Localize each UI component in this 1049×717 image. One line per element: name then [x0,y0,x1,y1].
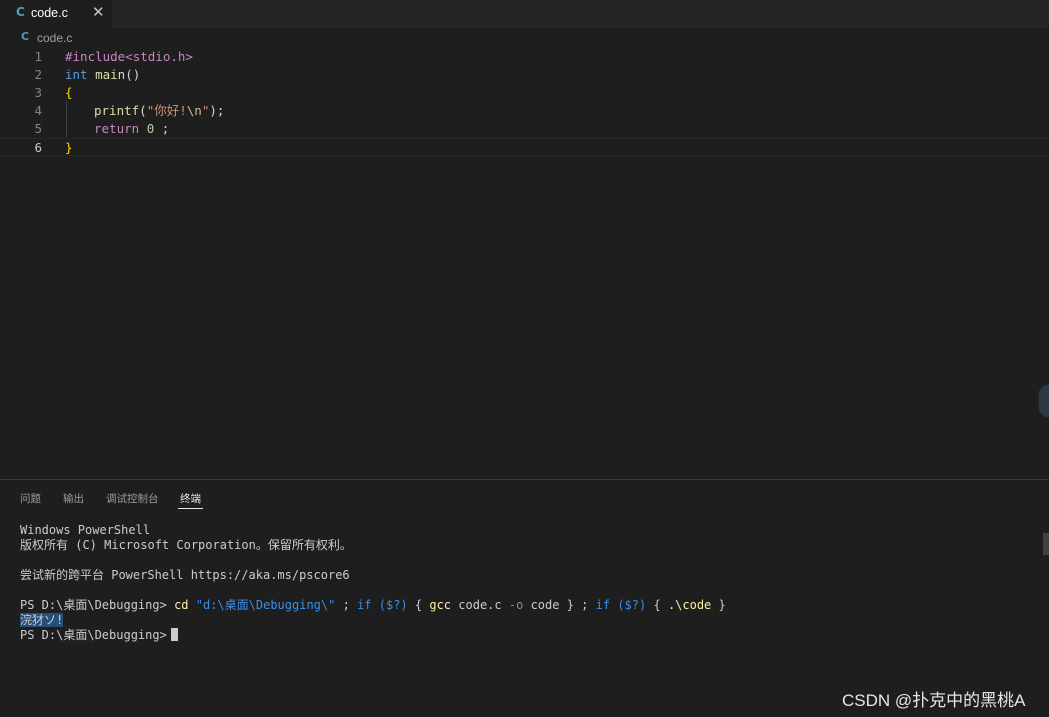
terminal-token: if [357,598,372,612]
c-file-icon: C [16,5,25,19]
terminal-token: ; [581,598,589,612]
code-line[interactable]: 5 return 0 ; [0,120,1049,138]
terminal-line: Windows PowerShell [20,523,151,537]
code-token: main [95,67,126,82]
code-token: "你好! [146,103,187,118]
terminal-token: .\code [667,598,712,612]
code-token: ); [209,103,225,118]
terminal-token: if [595,598,611,612]
close-icon[interactable]: ✕ [92,3,105,21]
terminal-output: 浣犲ソ! [20,613,64,627]
code-token: () [125,67,141,82]
terminal-token: gcc [429,598,452,612]
minimap-scroll-handle[interactable] [1038,384,1049,418]
terminal-output-line: 浣犲ソ! [20,613,64,628]
terminal-line: 版权所有 (C) Microsoft Corporation。保留所有权利。 [20,538,352,552]
terminal-line: 尝试新的跨平台 PowerShell https://aka.ms/pscore… [20,568,350,582]
terminal-token: ($?) [378,598,408,612]
code-line[interactable]: 2 int main() [0,66,1049,84]
code-token: int [65,67,88,82]
terminal-cursor [170,628,178,641]
terminal-token: ; [342,598,350,612]
code-token: #include<stdio.h> [65,49,193,64]
terminal-command-line: PS D:\桌面\Debugging> cd "d:\桌面\Debugging\… [20,598,726,613]
indent-guide [66,101,67,137]
bottom-panel: 问题 输出 调试控制台 终端 Windows PowerShell 版权所有 (… [0,479,1049,717]
terminal-token: "d:\桌面\Debugging\" [195,598,336,612]
tab-terminal[interactable]: 终端 [180,491,201,506]
code-token: ; [154,121,170,136]
breadcrumb-file[interactable]: code.c [37,31,72,45]
tab-problems[interactable]: 问题 [20,491,41,506]
terminal-token: } [718,598,726,612]
code-token: \n [186,103,202,118]
terminal-prompt: PS D:\桌面\Debugging> [20,628,167,642]
code-line[interactable]: 3 { [0,84,1049,102]
terminal-token: ($?) [617,598,647,612]
line-number: 6 [34,140,42,155]
terminal-token: { [653,598,661,612]
code-token: } [65,140,73,155]
line-number: 5 [34,121,42,136]
line-number: 3 [34,85,42,100]
code-editor[interactable]: 1 #include<stdio.h> 2 int main() 3 { 4 p… [0,48,1049,478]
tab-code-c[interactable]: C code.c ✕ [0,0,112,28]
c-file-icon: C [21,30,30,43]
terminal-token: { [414,598,423,612]
watermark: CSDN @扑克中的黑桃A [842,691,1026,710]
tab-output[interactable]: 输出 [63,491,84,506]
tab-debug-console[interactable]: 调试控制台 [106,491,159,506]
terminal-token: -o [508,598,524,612]
terminal-token: } [566,598,574,612]
code-token: return [94,121,140,136]
terminal-scrollbar[interactable] [1043,533,1049,555]
terminal-token: code [530,598,560,612]
code-token: printf [94,103,140,118]
code-token: { [65,85,73,100]
editor-tab-bar: C code.c ✕ [0,0,1049,28]
terminal-token: code.c [458,598,502,612]
line-number: 2 [34,67,42,82]
line-number: 4 [34,103,42,118]
code-line[interactable]: 1 #include<stdio.h> [0,48,1049,66]
active-tab-indicator [178,508,203,509]
line-number: 1 [34,49,42,64]
terminal-prompt-line: PS D:\桌面\Debugging> [20,628,178,643]
code-token: ( [139,103,147,118]
code-line-current[interactable]: 6 } [0,138,1049,156]
tab-label: code.c [31,6,68,20]
terminal-prompt: PS D:\桌面\Debugging> [20,598,167,612]
terminal-token: cd [174,598,189,612]
breadcrumb: C code.c [0,28,1049,48]
code-line[interactable]: 4 printf("你好!\n"); [0,102,1049,120]
